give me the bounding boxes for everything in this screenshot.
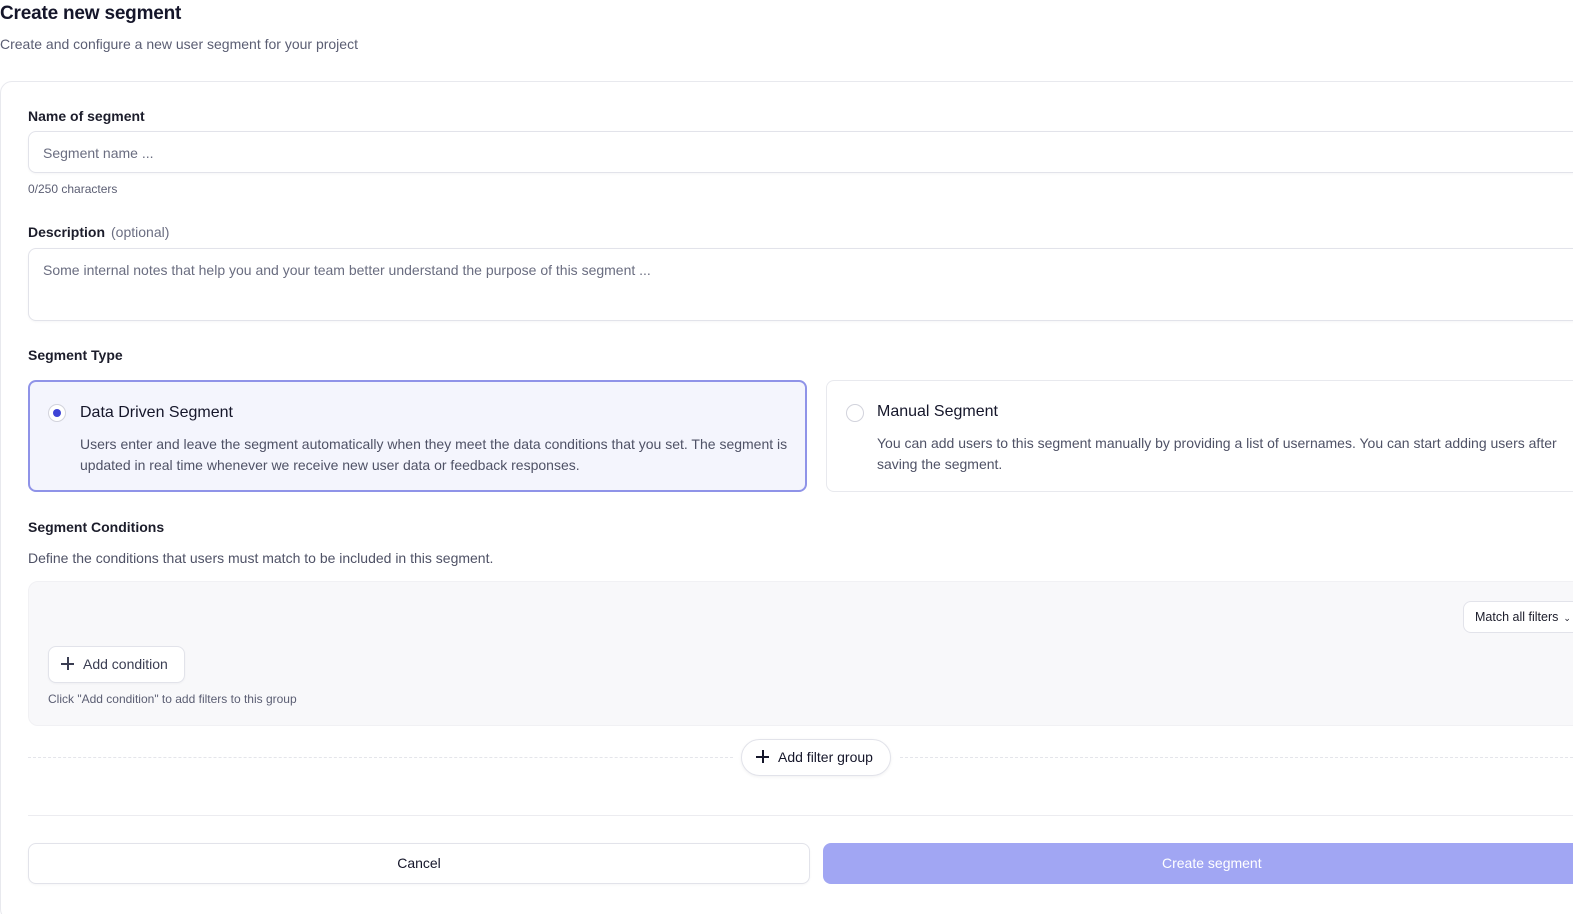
option-title: Manual Segment (877, 403, 998, 420)
plus-icon (61, 657, 74, 670)
segment-name-label: Name of segment (28, 108, 145, 124)
page-subtitle: Create and configure a new user segment … (0, 36, 358, 52)
character-counter: 0/250 characters (28, 182, 118, 196)
radio-unselected-icon[interactable] (846, 404, 864, 422)
page-title: Create new segment (0, 3, 182, 24)
segment-form-card (0, 81, 1573, 914)
segment-conditions-label: Segment Conditions (28, 519, 165, 535)
cancel-button[interactable]: Cancel (28, 843, 810, 884)
footer-divider (28, 815, 1573, 816)
option-title: Data Driven Segment (80, 404, 233, 421)
create-segment-page: Create new segment Create and configure … (0, 0, 1573, 914)
segment-type-option-data-driven[interactable]: Data Driven Segment Users enter and leav… (28, 380, 807, 492)
segment-type-label: Segment Type (28, 347, 123, 363)
add-filter-group-label: Add filter group (778, 749, 873, 765)
create-segment-button[interactable]: Create segment (823, 843, 1573, 884)
add-condition-button[interactable]: Add condition (48, 646, 185, 683)
separator-right (900, 757, 1573, 758)
chevron-down-icon: ⌄ (1563, 613, 1571, 623)
separator-left (28, 757, 733, 758)
filter-group: Match all filters ⌄ Add condition Click "… (28, 581, 1573, 726)
segment-conditions-description: Define the conditions that users must ma… (28, 550, 494, 566)
description-textarea[interactable]: Some internal notes that help you and yo… (28, 248, 1573, 321)
segment-name-input[interactable]: Segment name ... (28, 131, 1573, 173)
option-description: Users enter and leave the segment automa… (80, 436, 788, 473)
description-label-text: Description (28, 224, 106, 240)
segment-type-option-manual[interactable]: Manual Segment You can add users to this… (826, 380, 1573, 492)
segment-name-placeholder: Segment name ... (43, 145, 154, 161)
option-description: You can add users to this segment manual… (877, 435, 1557, 472)
add-condition-label: Add condition (83, 656, 168, 672)
description-label: Description (optional) (28, 224, 169, 240)
optional-tag: (optional) (111, 224, 170, 240)
match-filters-select[interactable]: Match all filters ⌄ (1463, 601, 1573, 633)
radio-selected-icon[interactable] (48, 404, 66, 422)
match-filters-value: Match all filters (1475, 610, 1559, 624)
filter-group-hint: Click "Add condition" to add filters to … (48, 692, 297, 706)
add-filter-group-button[interactable]: Add filter group (741, 739, 891, 776)
plus-icon (756, 750, 769, 763)
description-placeholder: Some internal notes that help you and yo… (43, 262, 651, 278)
